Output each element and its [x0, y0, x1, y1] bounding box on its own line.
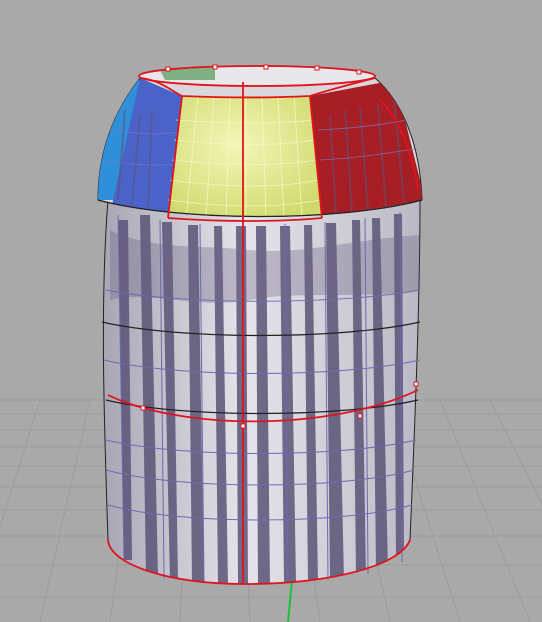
- green-axis: [287, 579, 293, 622]
- viewport-canvas[interactable]: [0, 0, 542, 622]
- dome-top[interactable]: [95, 65, 425, 218]
- yellow-zone[interactable]: [168, 96, 322, 218]
- cylinder-body[interactable]: [101, 199, 421, 585]
- 3d-viewport[interactable]: [0, 0, 542, 622]
